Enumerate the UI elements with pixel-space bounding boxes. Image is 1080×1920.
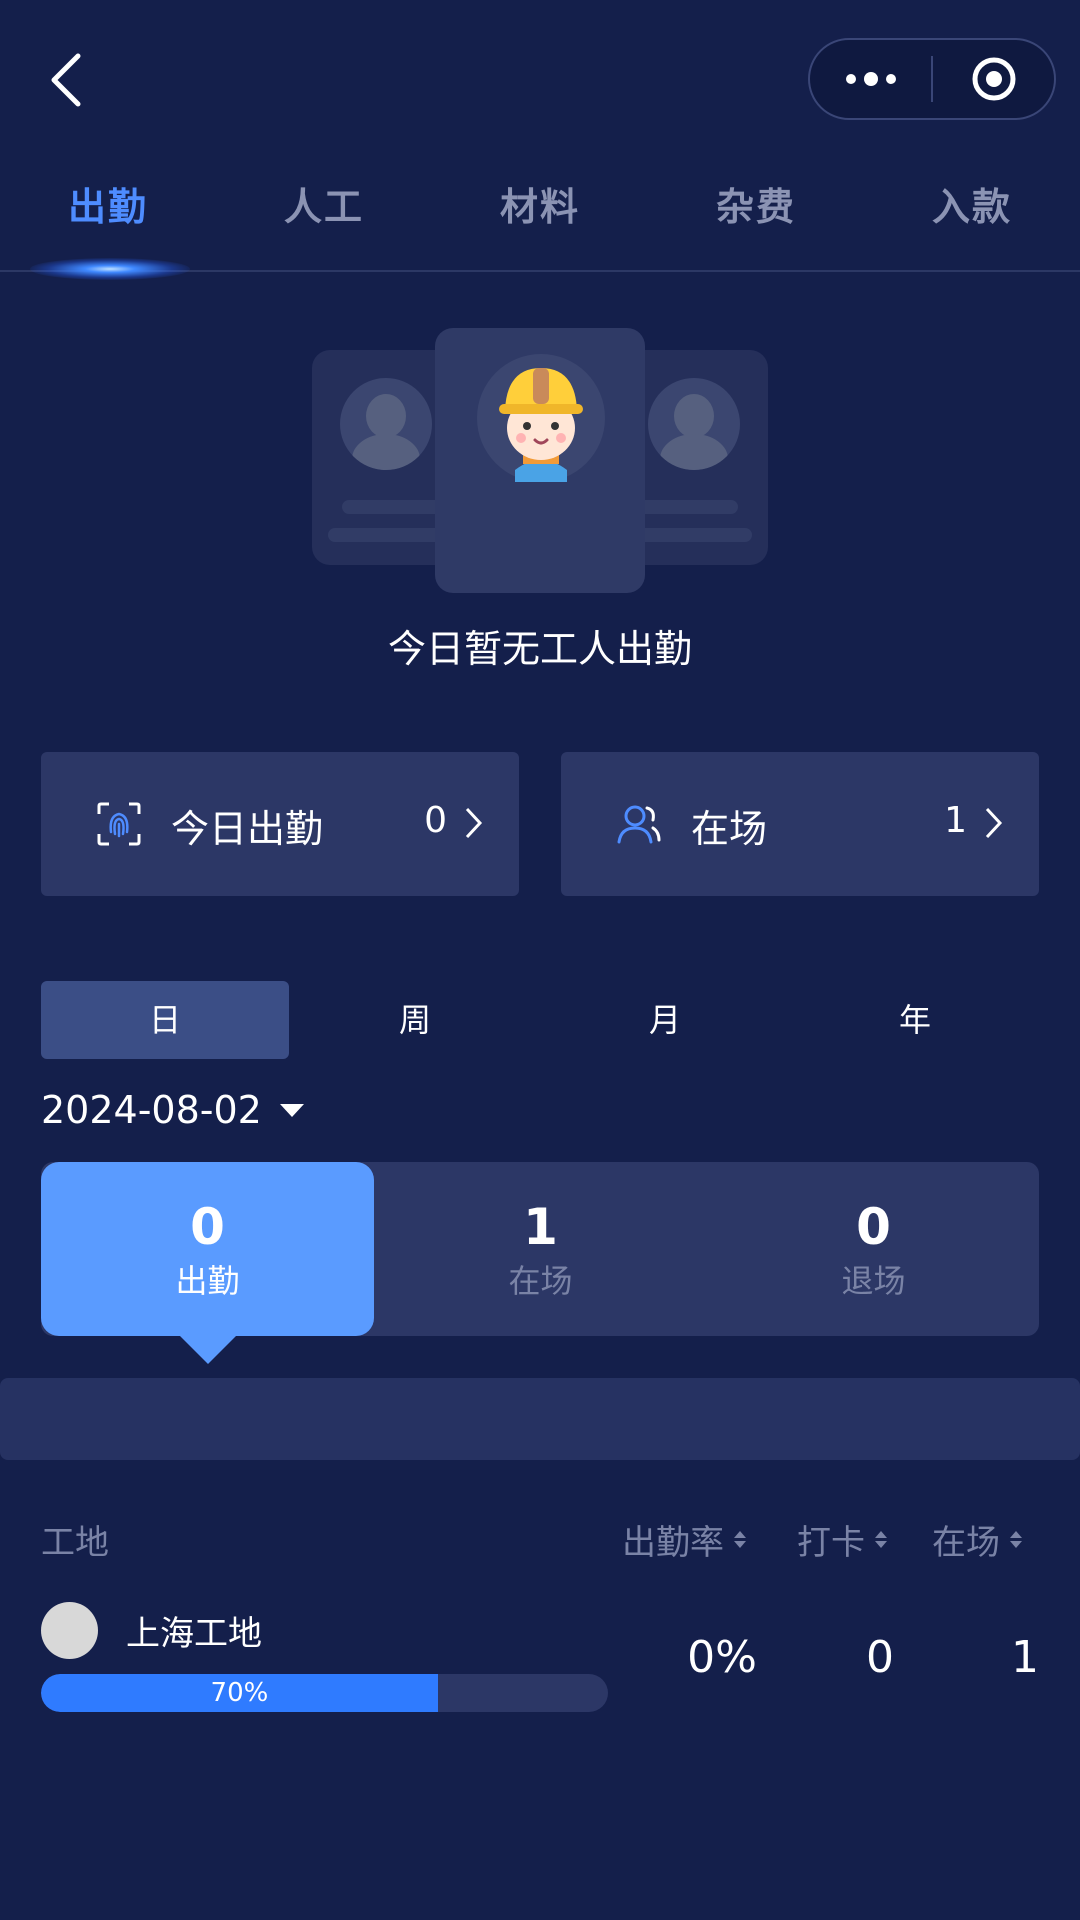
back-arrow-icon[interactable]: [44, 50, 88, 110]
site-progress-fill: 70%: [41, 1674, 438, 1712]
header-rate[interactable]: 出勤率: [622, 1515, 746, 1564]
empty-state-text: 今日暂无工人出勤: [387, 627, 692, 671]
target-icon: [972, 57, 1015, 101]
chevron-right-icon: [985, 807, 1003, 839]
tab-bar: 出勤 人工 材料 杂费 入款: [0, 176, 1080, 232]
placeholder-avatar-icon: [340, 378, 432, 470]
tab-materials[interactable]: 材料: [470, 176, 610, 232]
chevron-right-icon: [465, 807, 483, 839]
detail-strip: [0, 1378, 1080, 1460]
stat-attendance-value: 0: [190, 1198, 225, 1256]
stat-pointer: [178, 1334, 238, 1364]
sort-icon: [1010, 1531, 1022, 1548]
tab-income[interactable]: 入款: [902, 176, 1042, 232]
header-site: 工地: [41, 1523, 109, 1563]
header-checkin[interactable]: 打卡: [797, 1515, 887, 1564]
sort-icon: [734, 1531, 746, 1548]
site-onsite: 1: [1011, 1632, 1039, 1683]
site-progress-bar: 70%: [41, 1674, 608, 1712]
site-checkin: 0: [866, 1632, 894, 1683]
site-avatar: [41, 1602, 98, 1659]
more-dots-icon: [845, 72, 896, 86]
stat-on-site-label: 在场: [508, 1262, 573, 1300]
on-site-value: 1: [944, 800, 967, 841]
date-value: 2024-08-02: [41, 1088, 262, 1132]
stat-exited[interactable]: 0 退场: [707, 1195, 1040, 1303]
today-attendance-card[interactable]: 今日出勤 0: [41, 752, 519, 896]
date-picker[interactable]: 2024-08-02: [41, 1085, 304, 1135]
mini-program-capsule: [808, 38, 1056, 120]
site-rate: 0%: [687, 1632, 757, 1683]
stat-exited-value: 0: [856, 1198, 891, 1256]
stat-attendance-label: 出勤: [175, 1262, 240, 1300]
caret-down-icon: [279, 1103, 304, 1117]
period-day[interactable]: 日: [41, 981, 289, 1059]
close-target-button[interactable]: [933, 40, 1054, 118]
users-icon: [617, 805, 661, 844]
today-attendance-value: 0: [424, 800, 447, 841]
stat-on-site-value: 1: [523, 1198, 558, 1256]
sort-icon: [875, 1531, 887, 1548]
on-site-card[interactable]: 在场 1: [561, 752, 1039, 896]
on-site-label: 在场: [691, 807, 768, 851]
tab-labor[interactable]: 人工: [254, 176, 394, 232]
period-year[interactable]: 年: [791, 981, 1039, 1059]
tab-misc-fees[interactable]: 杂费: [686, 176, 826, 232]
header-onsite[interactable]: 在场: [932, 1515, 1022, 1564]
placeholder-avatar-icon: [648, 378, 740, 470]
worker-helmet-avatar-icon: [477, 354, 605, 482]
period-month[interactable]: 月: [541, 981, 789, 1059]
active-tab-indicator: [30, 258, 190, 280]
stat-exited-label: 退场: [841, 1262, 906, 1300]
more-button[interactable]: [810, 40, 931, 118]
period-week[interactable]: 周: [291, 981, 539, 1059]
worker-card: [435, 328, 645, 593]
fingerprint-scan-icon: [97, 802, 141, 846]
site-name: 上海工地: [126, 1614, 262, 1654]
stat-attendance[interactable]: 0 出勤: [41, 1195, 374, 1303]
tab-attendance[interactable]: 出勤: [38, 176, 178, 232]
stat-on-site[interactable]: 1 在场: [374, 1195, 707, 1303]
today-attendance-label: 今日出勤: [171, 807, 324, 851]
